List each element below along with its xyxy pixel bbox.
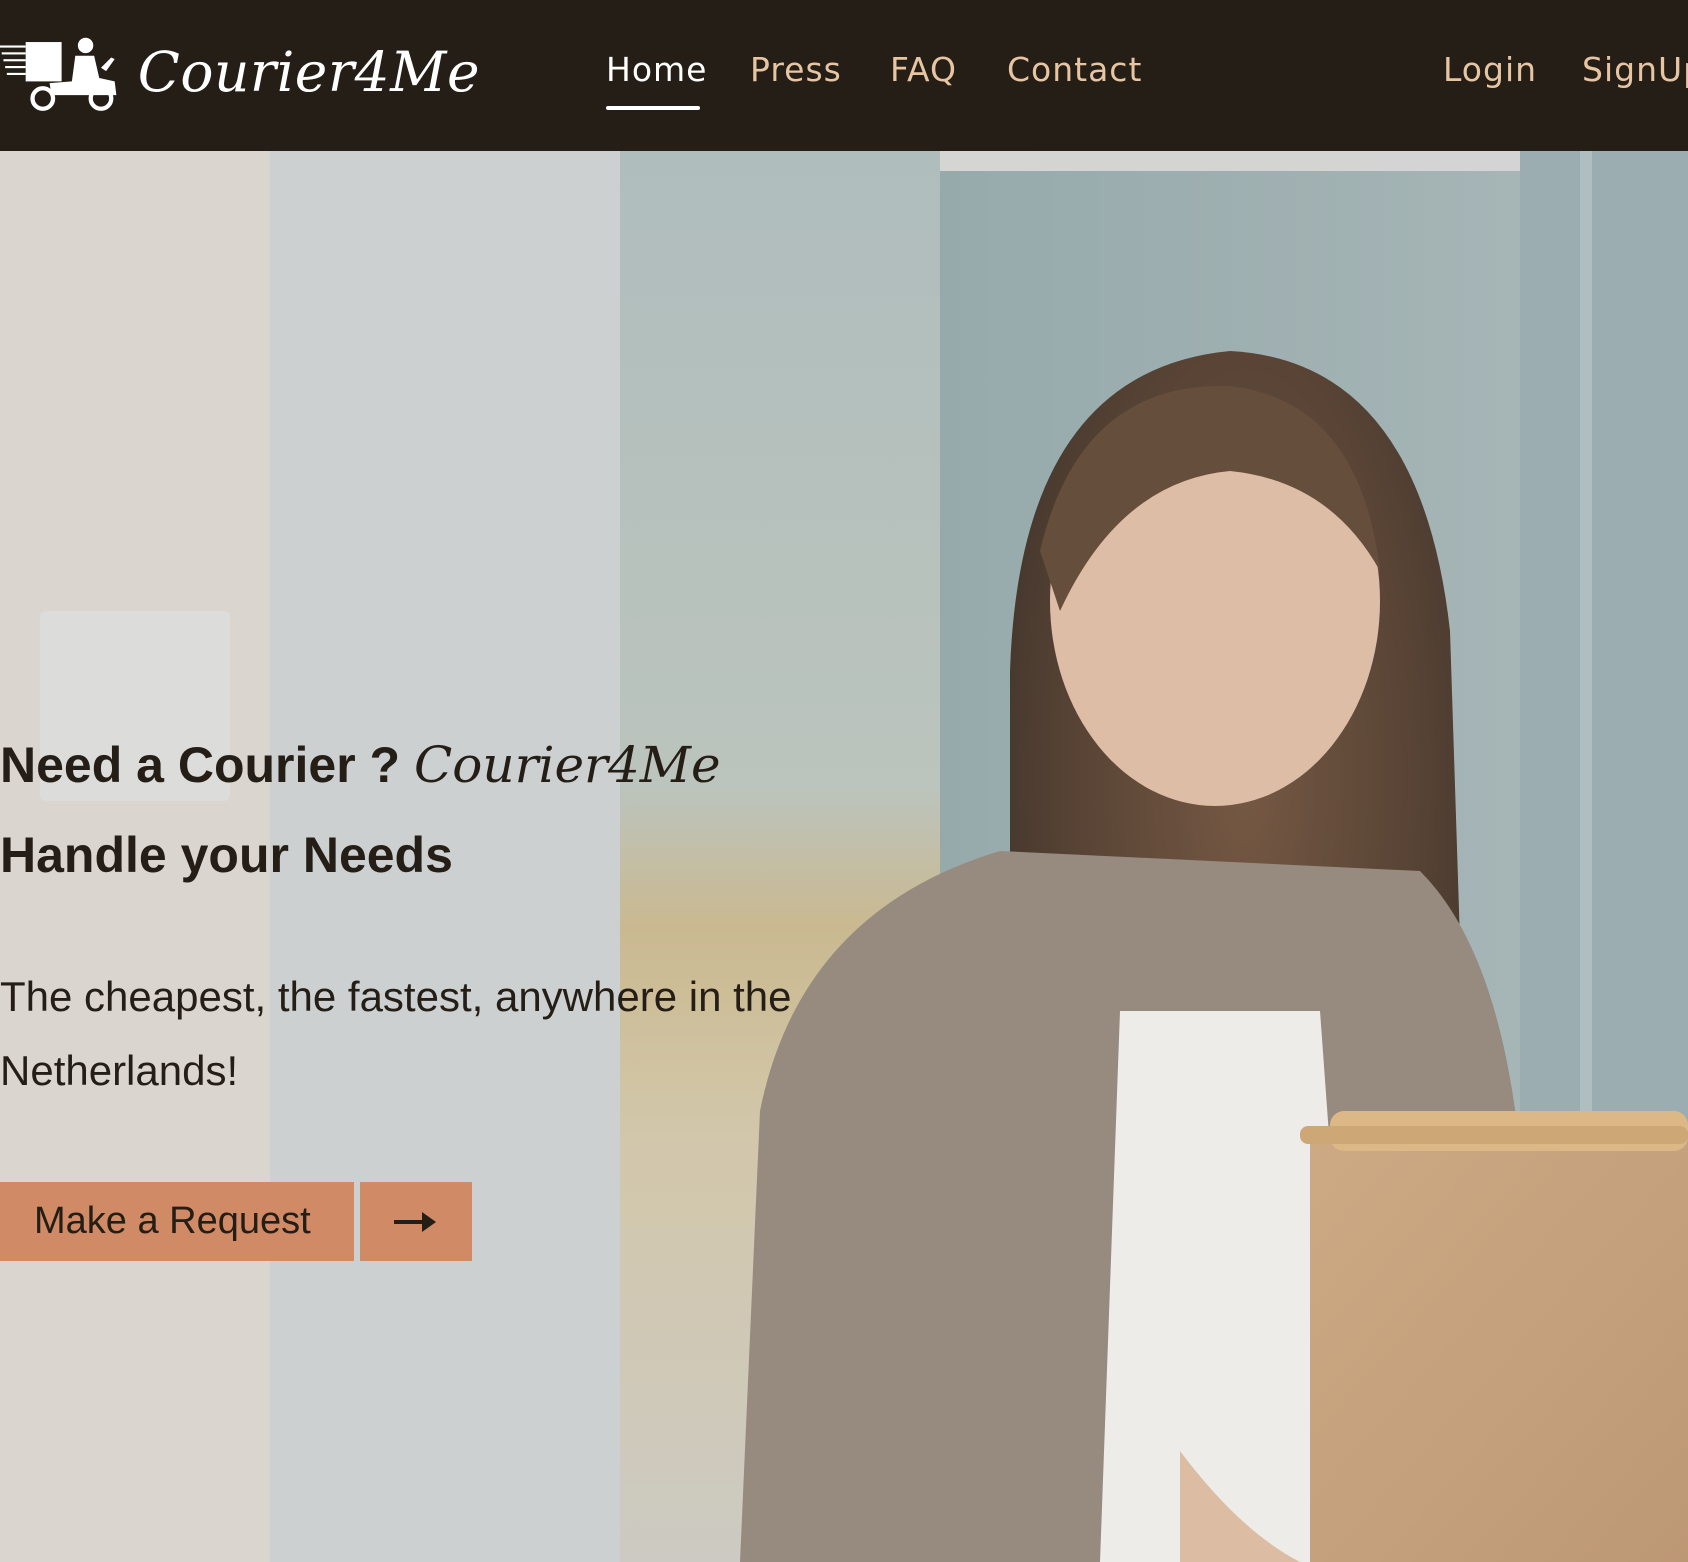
make-request-arrow-button[interactable] bbox=[360, 1182, 472, 1261]
hero-title-lead: Need a Courier ? bbox=[0, 737, 401, 793]
arrow-right-icon bbox=[394, 1211, 436, 1232]
hero-title-tail: Handle your Needs bbox=[0, 827, 453, 883]
courier-scooter-icon bbox=[0, 37, 117, 111]
brand-name: Courier4Me bbox=[137, 40, 480, 104]
nav-press-link[interactable]: Press bbox=[750, 50, 842, 100]
make-request-button[interactable]: Make a Request bbox=[0, 1182, 354, 1261]
signup-link[interactable]: SignUp bbox=[1582, 50, 1688, 100]
login-link[interactable]: Login bbox=[1443, 50, 1537, 100]
nav-home-link[interactable]: Home bbox=[606, 50, 707, 100]
active-nav-indicator bbox=[606, 106, 700, 110]
navbar: Courier4Me Home Press FAQ Contact Login … bbox=[0, 0, 1688, 151]
nav-faq-link[interactable]: FAQ bbox=[890, 50, 957, 100]
hero-title: Need a Courier ? Courier4Me Handle your … bbox=[0, 720, 870, 900]
brand-logo-link[interactable]: Courier4Me bbox=[0, 22, 480, 122]
hero-subtitle: The cheapest, the fastest, anywhere in t… bbox=[0, 973, 792, 1094]
hero-title-brand: Courier4Me bbox=[414, 736, 721, 794]
hero-section: Need a Courier ? Courier4Me Handle your … bbox=[0, 151, 1688, 1562]
nav-contact-link[interactable]: Contact bbox=[1007, 50, 1142, 100]
